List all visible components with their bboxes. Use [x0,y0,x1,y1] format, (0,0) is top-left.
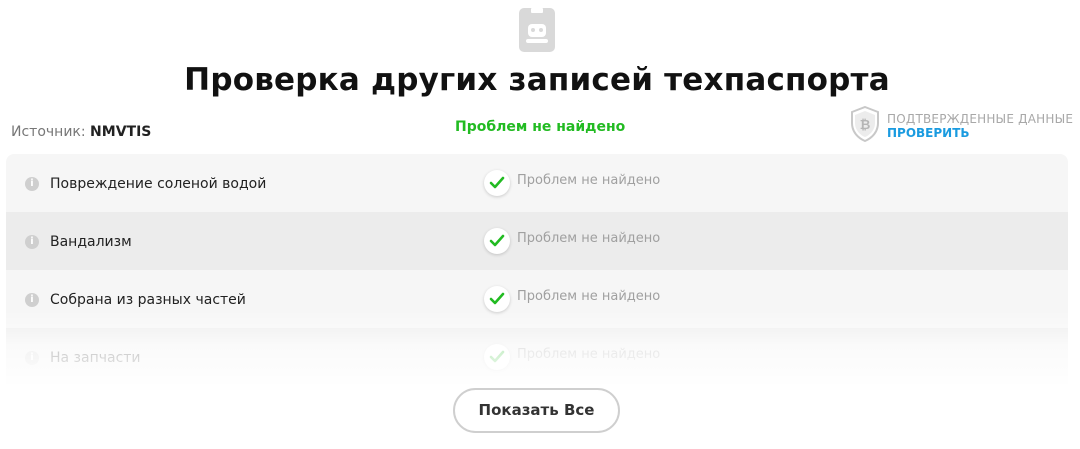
record-label: Собрана из разных частей [50,292,246,308]
source-label: Источник: [11,124,86,140]
record-label: На запчасти [50,350,141,366]
check-icon [484,344,510,370]
check-icon [484,228,510,254]
record-status: Проблем не найдено [517,347,661,362]
record-row: i На запчасти Проблем не найдено [6,328,1068,384]
record-label: Вандализм [50,234,132,250]
info-icon[interactable]: i [25,293,39,307]
summary-status: Проблем не найдено [455,119,626,135]
check-icon [484,170,510,196]
verified-data-badge: ₿ ПОДТВЕРЖДЕННЫЕ ДАННЫЕ ПРОВЕРИТЬ [850,105,1080,143]
record-label: Повреждение соленой водой [50,176,267,192]
page-title: Проверка других записей техпаспорта [184,62,890,98]
records-check-section: Проверка других записей техпаспорта Исто… [0,0,1080,449]
bitcoin-shield-icon: ₿ [850,105,880,143]
source-info: Источник: NMVTIS [11,124,151,140]
check-icon [484,286,510,312]
info-icon[interactable]: i [25,235,39,249]
record-row: i Вандализм Проблем не найдено [6,212,1068,270]
verified-data-text: ПОДТВЕРЖДЕННЫЕ ДАННЫЕ [887,112,1074,126]
document-robot-icon [519,8,555,52]
source-value: NMVTIS [90,124,152,140]
info-icon[interactable]: i [25,177,39,191]
record-row: i Повреждение соленой водой Проблем не н… [6,154,1068,212]
record-row: i Собрана из разных частей Проблем не на… [6,270,1068,328]
svg-text:₿: ₿ [860,118,871,133]
record-status: Проблем не найдено [517,289,661,304]
record-status: Проблем не найдено [517,231,661,246]
records-list: i Повреждение соленой водой Проблем не н… [6,154,1068,384]
record-status: Проблем не найдено [517,173,661,188]
info-icon[interactable]: i [25,351,39,365]
show-all-button[interactable]: Показать Все [453,388,620,433]
verify-link[interactable]: ПРОВЕРИТЬ [887,126,970,140]
